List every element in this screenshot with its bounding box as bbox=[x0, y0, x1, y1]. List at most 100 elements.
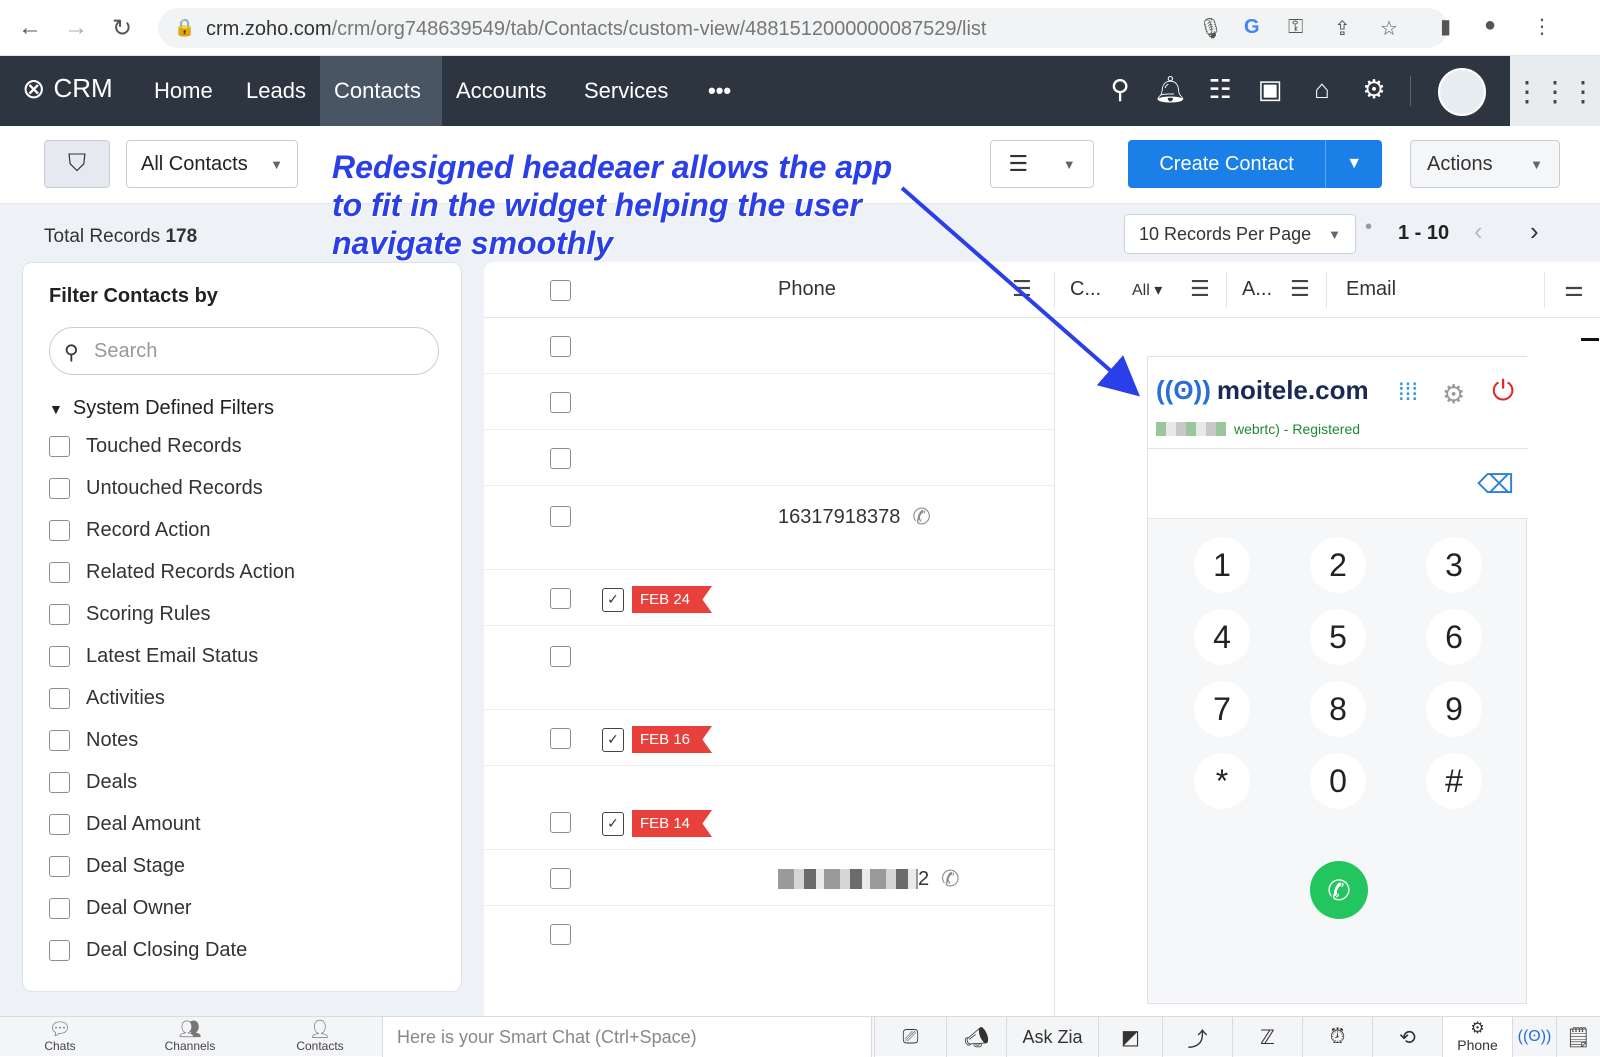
smart-chat-input[interactable]: Here is your Smart Chat (Ctrl+Space) bbox=[382, 1017, 872, 1057]
dial-key-8[interactable]: 8 bbox=[1310, 681, 1366, 737]
task-due-tag[interactable]: ✓ FEB 24 bbox=[602, 586, 713, 613]
column-filter-all[interactable]: All ▾ bbox=[1132, 280, 1162, 300]
filter-item[interactable]: Deals bbox=[49, 769, 137, 795]
row-checkbox[interactable] bbox=[550, 924, 571, 945]
table-row[interactable]: ✓ FEB 14 bbox=[484, 794, 1054, 850]
nav-services[interactable]: Services bbox=[570, 56, 682, 126]
dial-key-7[interactable]: 7 bbox=[1194, 681, 1250, 737]
chats-button[interactable]: 💬︎ Chats bbox=[40, 1019, 80, 1053]
avatar[interactable] bbox=[1438, 68, 1486, 116]
column-menu-icon[interactable]: ☰ bbox=[1012, 276, 1032, 302]
checkbox[interactable] bbox=[49, 813, 70, 835]
filter-item[interactable]: Untouched Records bbox=[49, 475, 263, 501]
checkbox[interactable] bbox=[49, 477, 70, 499]
apps-grid-icon[interactable]: ⋮⋮⋮ bbox=[1510, 56, 1600, 126]
row-checkbox[interactable] bbox=[550, 868, 571, 889]
row-checkbox[interactable] bbox=[550, 448, 571, 469]
screen-share-icon[interactable]: ⎚ bbox=[874, 1017, 946, 1057]
column-c[interactable]: C... bbox=[1070, 278, 1101, 301]
checkbox[interactable] bbox=[49, 729, 70, 751]
checkbox[interactable] bbox=[49, 603, 70, 625]
chevron-down-icon[interactable]: ▼ bbox=[1326, 155, 1382, 173]
dial-key-4[interactable]: 4 bbox=[1194, 609, 1250, 665]
megaphone-icon[interactable]: 📣︎ bbox=[946, 1017, 1006, 1057]
zia-icon[interactable]: ℤ bbox=[1232, 1017, 1302, 1057]
filter-toggle-button[interactable]: ⛉ bbox=[44, 140, 110, 188]
filter-item[interactable]: Touched Records bbox=[49, 433, 242, 459]
checkbox[interactable] bbox=[49, 855, 70, 877]
dial-key-6[interactable]: 6 bbox=[1426, 609, 1482, 665]
checkbox[interactable] bbox=[49, 561, 70, 583]
column-menu-icon[interactable]: ☰ bbox=[1290, 276, 1310, 302]
phone-button[interactable]: ⚙ Phone bbox=[1442, 1017, 1512, 1057]
contacts-button[interactable]: 👤︎ Contacts bbox=[290, 1019, 350, 1053]
view-select[interactable]: All Contacts ▼ bbox=[126, 140, 298, 188]
bell-icon[interactable]: 🔔︎ bbox=[1154, 74, 1187, 106]
table-row[interactable] bbox=[484, 430, 1054, 486]
moitele-icon[interactable]: ((ʘ)) bbox=[1512, 1017, 1556, 1057]
alarm-icon[interactable]: ⏰︎ bbox=[1302, 1017, 1372, 1057]
share-icon[interactable]: ⇪ bbox=[1334, 16, 1351, 41]
calendar-icon[interactable]: ▣ bbox=[1254, 74, 1286, 106]
row-checkbox[interactable] bbox=[550, 336, 571, 357]
star-icon[interactable]: ☆ bbox=[1380, 16, 1398, 41]
flow-icon[interactable]: ⤴ bbox=[1162, 1017, 1232, 1057]
table-row[interactable] bbox=[484, 906, 1054, 962]
reload-icon[interactable]: ↻ bbox=[106, 12, 138, 44]
power-icon[interactable]: ⏻ bbox=[1492, 375, 1514, 408]
channels-button[interactable]: 👥︎ Channels bbox=[160, 1019, 220, 1053]
dial-key-1[interactable]: 1 bbox=[1194, 537, 1250, 593]
table-row[interactable] bbox=[484, 626, 1054, 710]
nav-more[interactable]: ••• bbox=[694, 56, 745, 126]
checkbox[interactable] bbox=[49, 519, 70, 541]
column-menu-icon[interactable]: ☰ bbox=[1190, 276, 1210, 302]
system-filters-toggle[interactable]: ▼ System Defined Filters bbox=[49, 397, 274, 420]
filter-search-input[interactable]: ⚲ Search bbox=[49, 327, 439, 375]
key-icon[interactable]: ⚿ bbox=[1288, 16, 1303, 39]
checkbox[interactable] bbox=[49, 939, 70, 961]
analytics-icon[interactable]: ◩ bbox=[1098, 1017, 1162, 1057]
nav-home[interactable]: Home bbox=[140, 56, 227, 126]
checkbox[interactable] bbox=[49, 771, 70, 793]
table-row[interactable]: ✓ FEB 24 bbox=[484, 570, 1054, 626]
prev-page-icon[interactable]: ‹ bbox=[1474, 216, 1483, 247]
row-checkbox[interactable] bbox=[550, 812, 571, 833]
address-bar[interactable]: 🔒 crm.zoho.com/crm/org748639549/tab/Cont… bbox=[158, 8, 1448, 48]
table-row[interactable]: ✓ FEB 16 bbox=[484, 710, 1054, 766]
list-view-button[interactable]: ☰ ▼ bbox=[990, 140, 1094, 188]
forward-icon[interactable]: → bbox=[60, 12, 92, 44]
checkbox[interactable] bbox=[49, 897, 70, 919]
back-icon[interactable]: ← bbox=[14, 12, 46, 44]
add-note-icon[interactable]: ☷ bbox=[1204, 74, 1236, 106]
dial-key-9[interactable]: 9 bbox=[1426, 681, 1482, 737]
filter-item[interactable]: Deal Stage bbox=[49, 853, 185, 879]
crm-logo[interactable]: ⊗ CRM bbox=[22, 72, 113, 105]
google-icon[interactable]: G bbox=[1244, 16, 1260, 39]
phone-icon[interactable]: ✆ bbox=[912, 504, 930, 530]
next-page-icon[interactable]: › bbox=[1530, 216, 1539, 247]
nav-contacts[interactable]: Contacts bbox=[320, 56, 442, 126]
column-a[interactable]: A... bbox=[1242, 278, 1272, 301]
marketplace-icon[interactable]: ⌂ bbox=[1306, 74, 1338, 106]
call-button[interactable]: ✆ bbox=[1310, 861, 1368, 919]
filter-item[interactable]: Activities bbox=[49, 685, 165, 711]
sidebar-icon[interactable]: ▮ bbox=[1440, 14, 1451, 39]
dial-key-3[interactable]: 3 bbox=[1426, 537, 1482, 593]
notes-icon[interactable]: 🗒︎ bbox=[1556, 1017, 1600, 1057]
column-phone[interactable]: Phone bbox=[778, 278, 836, 301]
filter-item[interactable]: Deal Owner bbox=[49, 895, 192, 921]
menu-icon[interactable]: ⋮ bbox=[1532, 14, 1552, 39]
filter-item[interactable]: Deal Closing Date bbox=[49, 937, 247, 963]
row-checkbox[interactable] bbox=[550, 506, 571, 527]
dial-key-5[interactable]: 5 bbox=[1310, 609, 1366, 665]
filter-item[interactable]: Notes bbox=[49, 727, 138, 753]
profile-icon[interactable]: ● bbox=[1484, 14, 1496, 37]
table-row[interactable] bbox=[484, 318, 1054, 374]
row-checkbox[interactable] bbox=[550, 392, 571, 413]
select-all-checkbox[interactable] bbox=[550, 280, 571, 301]
dial-number-input[interactable]: ⌫ bbox=[1148, 449, 1528, 519]
history-icon[interactable]: ⟲ bbox=[1372, 1017, 1442, 1057]
gear-icon[interactable]: ⚙ bbox=[1442, 379, 1465, 410]
actions-button[interactable]: Actions ▼ bbox=[1410, 140, 1560, 188]
row-checkbox[interactable] bbox=[550, 728, 571, 749]
